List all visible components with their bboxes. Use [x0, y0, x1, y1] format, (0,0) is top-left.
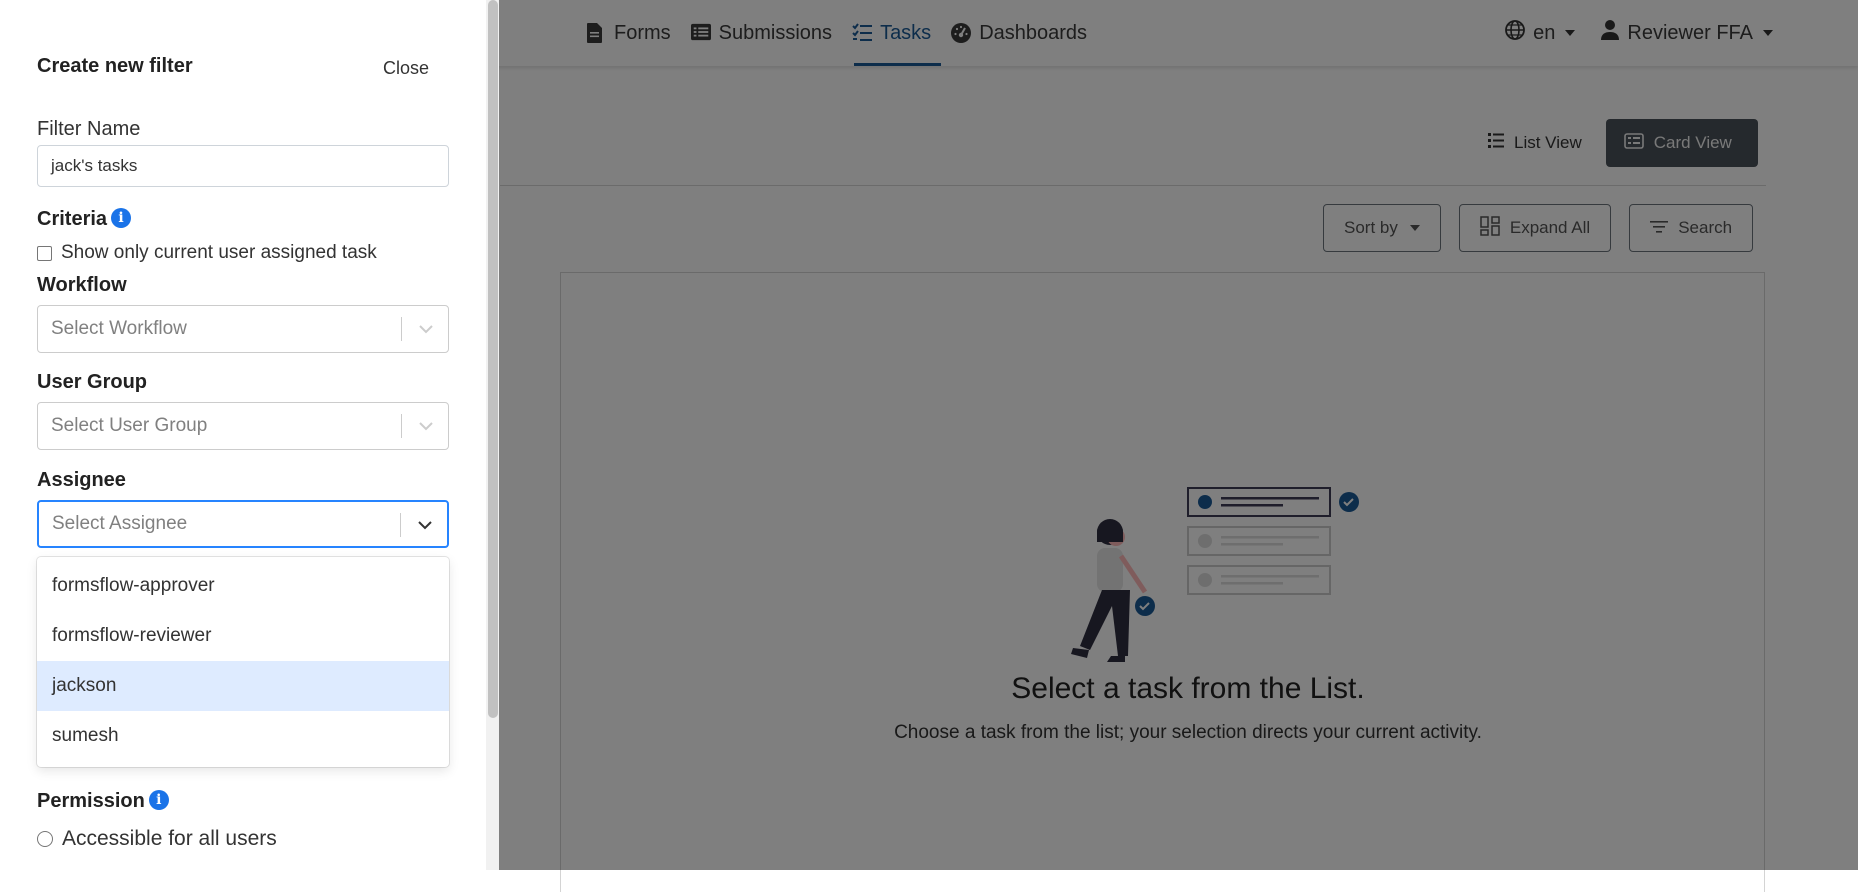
close-button[interactable]: Close [383, 58, 429, 79]
assignee-label: Assignee [37, 469, 126, 491]
assignee-option[interactable]: formsflow-approver [37, 561, 449, 611]
current-user-checkbox-row[interactable]: Show only current user assigned task [37, 242, 377, 264]
workflow-label: Workflow [37, 274, 127, 296]
info-icon[interactable]: i [111, 207, 132, 228]
chevron-down-icon[interactable] [416, 416, 436, 436]
assignee-placeholder: Select Assignee [52, 513, 188, 534]
chevron-down-icon[interactable] [415, 515, 435, 535]
current-user-checkbox-label: Show only current user assigned task [61, 242, 377, 263]
filter-name-label: Filter Name [37, 118, 141, 140]
all-users-radio-label: Accessible for all users [62, 827, 277, 850]
permission-label: Permission [37, 790, 145, 812]
create-filter-drawer: Create new filter Close Filter Name jack… [0, 0, 499, 870]
assignee-option[interactable]: sumesh [37, 711, 449, 761]
all-users-radio-row[interactable]: Accessible for all users [37, 827, 277, 851]
chevron-down-icon[interactable] [416, 319, 436, 339]
user-group-select[interactable]: Select User Group [37, 402, 449, 450]
scrollbar-thumb[interactable] [488, 0, 498, 718]
assignee-option-highlighted[interactable]: jackson [37, 661, 449, 711]
assignee-option[interactable]: formsflow-reviewer [37, 611, 449, 661]
all-users-radio[interactable] [37, 831, 53, 847]
permission-heading: Permission i [37, 789, 169, 813]
select-separator [400, 513, 401, 537]
workflow-placeholder: Select Workflow [51, 318, 187, 339]
info-icon[interactable]: i [148, 789, 169, 810]
select-separator [401, 317, 402, 341]
criteria-heading: Criteria i [37, 207, 132, 231]
select-separator [401, 414, 402, 438]
user-group-placeholder: Select User Group [51, 415, 208, 436]
assignee-select[interactable]: Select Assignee [37, 500, 449, 548]
criteria-label: Criteria [37, 208, 108, 230]
workflow-select[interactable]: Select Workflow [37, 305, 449, 353]
drawer-title: Create new filter [37, 55, 193, 77]
current-user-checkbox[interactable] [37, 245, 52, 261]
user-group-label: User Group [37, 371, 148, 393]
filter-name-input[interactable]: jack's tasks [37, 145, 449, 187]
assignee-options-menu: formsflow-approver formsflow-reviewer ja… [37, 557, 449, 767]
